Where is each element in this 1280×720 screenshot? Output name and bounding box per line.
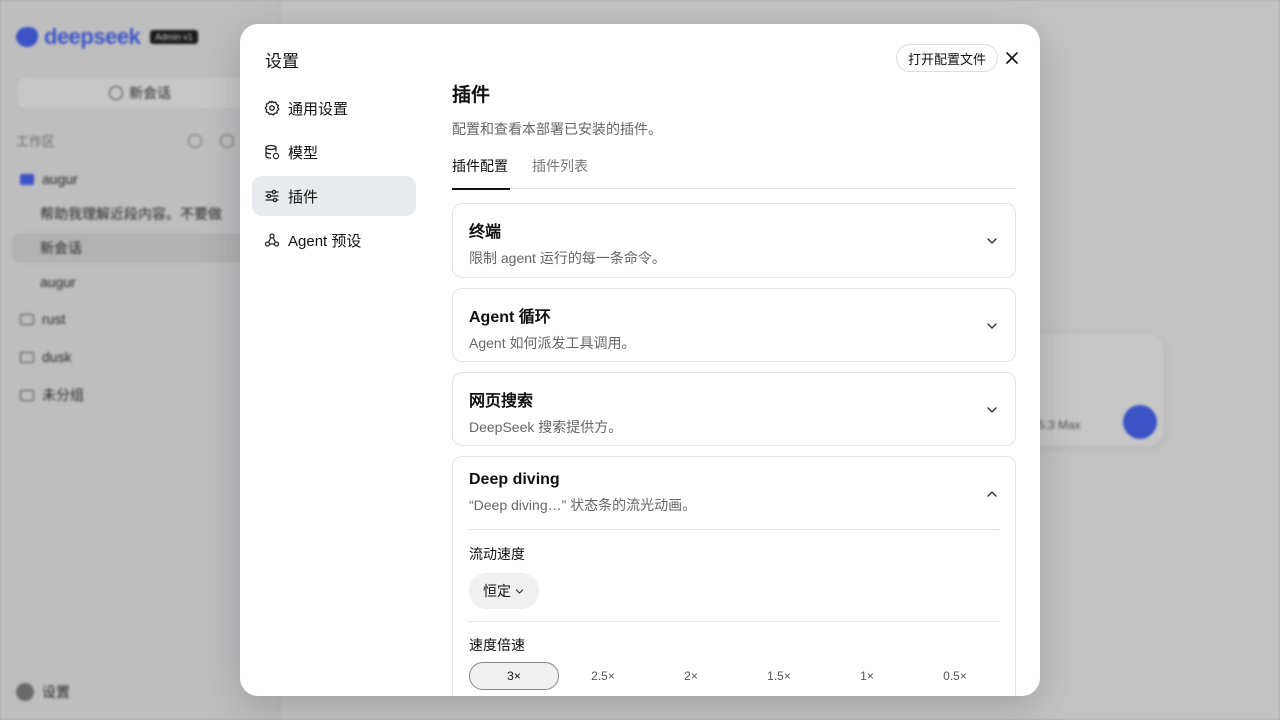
- close-button[interactable]: [1000, 48, 1024, 68]
- speed-option-1-5x[interactable]: 1.5×: [735, 662, 823, 690]
- nav-label: Agent 预设: [288, 232, 362, 250]
- panel-description: DeepSeek 搜索提供方。: [469, 419, 623, 435]
- chevron-down-icon[interactable]: [985, 319, 999, 333]
- panel-body: 流动速度 恒定 速度倍速 3× 2.5× 2× 1.5× 1× 0.5×: [469, 529, 999, 696]
- tab-plugin-config[interactable]: 插件配置: [452, 159, 510, 190]
- nav-item-agent-presets[interactable]: Agent 预设: [252, 220, 416, 260]
- speed-option-2-5x[interactable]: 2.5×: [559, 662, 647, 690]
- tab-plugin-list[interactable]: 插件列表: [532, 159, 588, 189]
- plugin-panel-deep-diving: Deep diving “Deep diving…” 状态条的流光动画。 流动速…: [452, 456, 1016, 696]
- panel-title: Agent 循环: [469, 309, 551, 326]
- page-description: 配置和查看本部署已安装的插件。: [452, 121, 662, 137]
- settings-modal: 设置 打开配置文件 通用设置 模型 插件 Agent 预设 插件 配置和查看本部…: [240, 24, 1040, 696]
- speed-option-1x[interactable]: 1×: [823, 662, 911, 690]
- plugin-panel-web-search[interactable]: 网页搜索 DeepSeek 搜索提供方。: [452, 372, 1016, 446]
- page-title: 插件: [452, 85, 491, 106]
- settings-nav: 通用设置 模型 插件 Agent 预设: [252, 88, 416, 264]
- chevron-down-icon: [515, 588, 524, 594]
- speed-segmented-control: 3× 2.5× 2× 1.5× 1× 0.5×: [469, 662, 999, 690]
- panel-title: 终端: [469, 224, 502, 241]
- speed-option-0-5x[interactable]: 0.5×: [911, 662, 999, 690]
- nav-label: 模型: [288, 144, 319, 162]
- panel-description: 限制 agent 运行的每一条命令。: [469, 250, 666, 266]
- field-label: 流动速度: [469, 546, 525, 562]
- plugin-panel-agent-loop[interactable]: Agent 循环 Agent 如何派发工具调用。: [452, 288, 1016, 362]
- speed-option-3x[interactable]: 3×: [469, 662, 559, 690]
- chevron-up-icon[interactable]: [985, 487, 999, 501]
- close-icon: [1006, 52, 1018, 64]
- plugins-content: 插件 配置和查看本部署已安装的插件。 插件配置 插件列表 终端 限制 agent…: [452, 80, 1016, 696]
- nav-label: 通用设置: [288, 100, 349, 118]
- flow-speed-select[interactable]: 恒定: [469, 573, 539, 609]
- nav-item-general[interactable]: 通用设置: [252, 88, 416, 128]
- plugin-panel-terminal[interactable]: 终端 限制 agent 运行的每一条命令。: [452, 203, 1016, 278]
- nav-item-models[interactable]: 模型: [252, 132, 416, 172]
- open-config-button[interactable]: 打开配置文件: [896, 44, 999, 72]
- panel-title: Deep diving: [469, 471, 560, 488]
- plugin-tabs: 插件配置 插件列表: [452, 159, 1016, 190]
- agent-icon: [264, 233, 280, 247]
- chevron-down-icon[interactable]: [985, 234, 999, 248]
- speed-option-2x[interactable]: 2×: [647, 662, 735, 690]
- database-icon: [265, 144, 280, 160]
- gear-icon: [264, 100, 280, 116]
- sliders-icon: [265, 189, 279, 203]
- speed-multiplier-field: 速度倍速 3× 2.5× 2× 1.5× 1× 0.5×: [469, 622, 999, 690]
- select-value: 恒定: [483, 583, 511, 599]
- nav-label: 插件: [288, 188, 319, 206]
- panel-description: “Deep diving…” 状态条的流光动画。: [469, 497, 697, 513]
- nav-item-plugins[interactable]: 插件: [252, 176, 416, 216]
- panel-description: Agent 如何派发工具调用。: [469, 335, 636, 351]
- chevron-down-icon[interactable]: [985, 403, 999, 417]
- flow-speed-field: 流动速度 恒定: [469, 530, 999, 609]
- panel-title: 网页搜索: [469, 393, 534, 410]
- field-label: 速度倍速: [469, 637, 525, 653]
- modal-title: 设置: [265, 52, 299, 71]
